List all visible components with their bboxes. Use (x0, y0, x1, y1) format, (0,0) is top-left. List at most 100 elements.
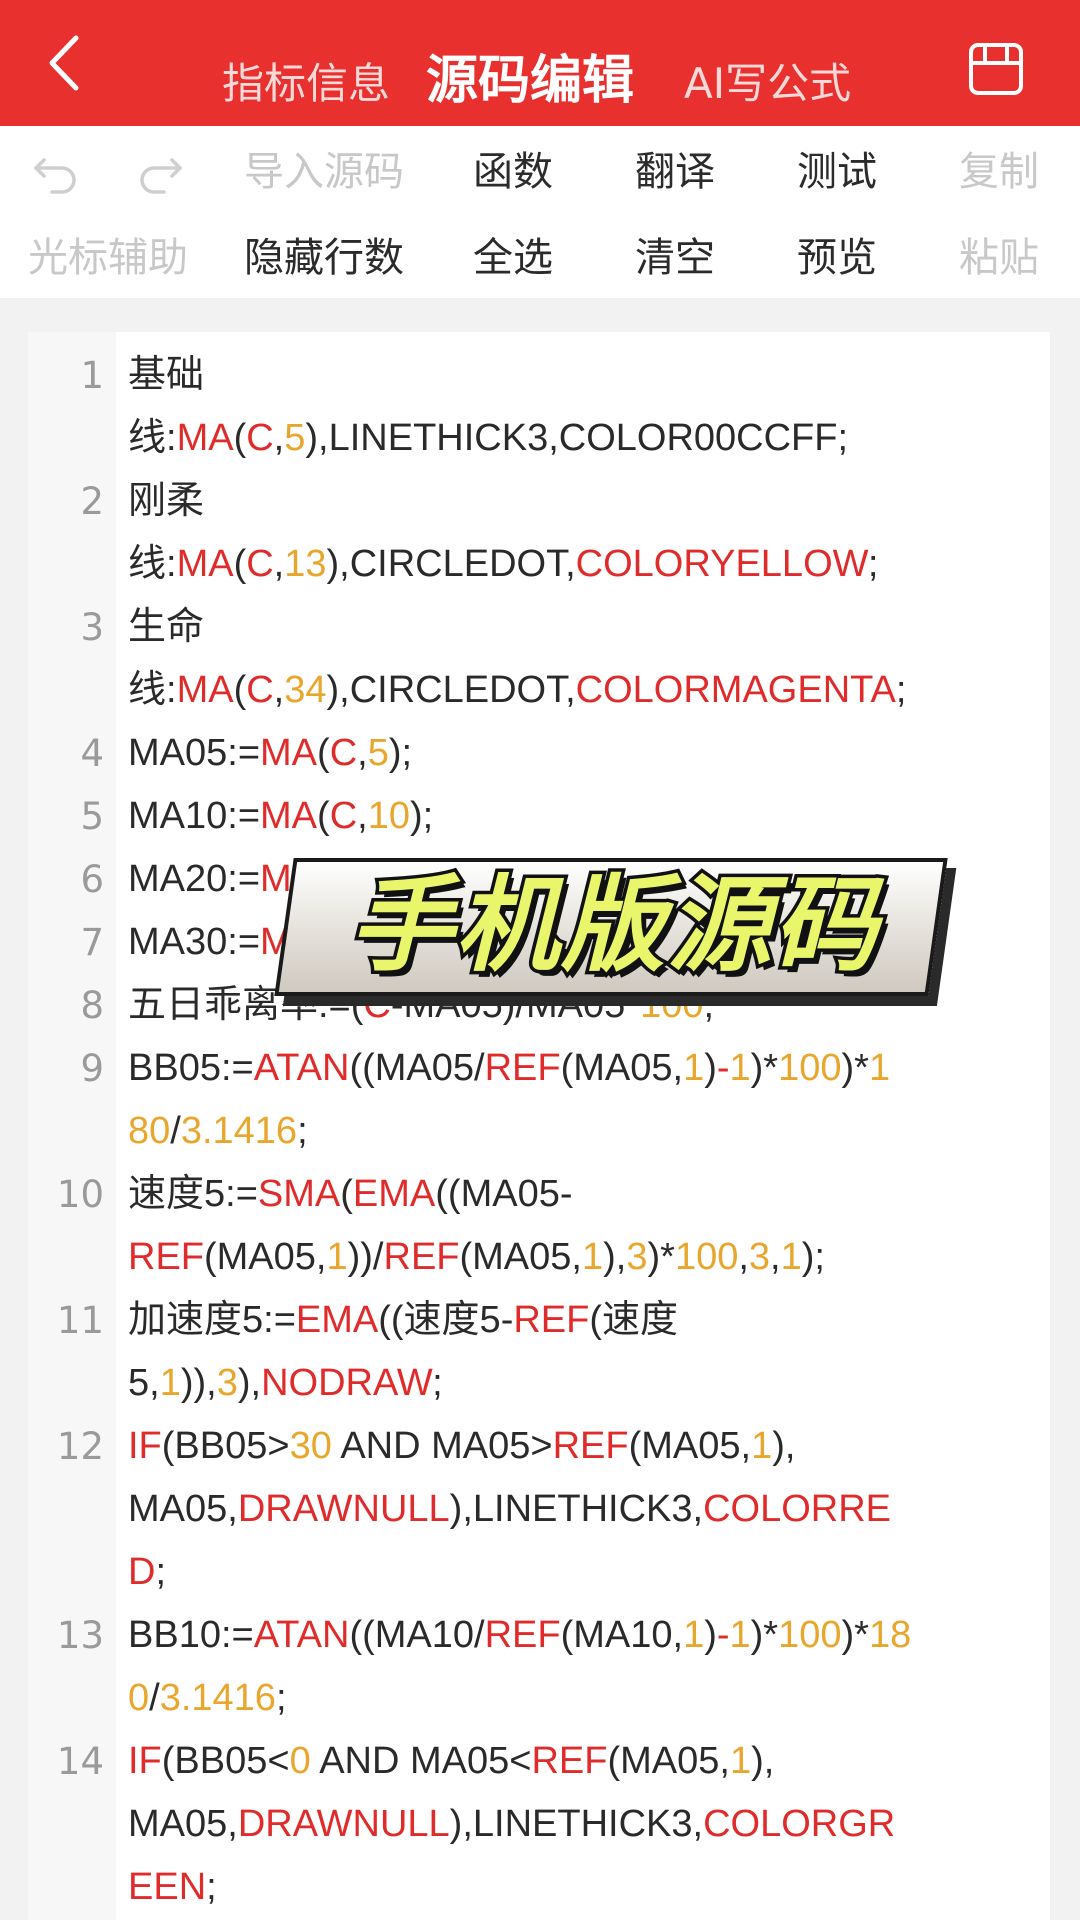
code-keyword: DRAWNULL (237, 1488, 450, 1530)
code-token: ; (275, 1677, 287, 1719)
code-number: 1 (159, 1362, 181, 1404)
code-number: 100 (778, 1047, 842, 1089)
code-keyword: DRAWNULL (237, 1803, 450, 1845)
tab-ai-formula[interactable]: AI写公式 (684, 50, 851, 111)
redo-button[interactable] (134, 146, 186, 196)
code-token: ); (801, 1236, 825, 1278)
code-token: ) (704, 1047, 717, 1089)
select-all-button[interactable]: 全选 (473, 234, 553, 282)
undo-button[interactable] (30, 146, 82, 196)
code-editor[interactable]: 1 基础线:MA(C,5),LINETHICK3,COLOR00CCFF; 2 刚柔线… (28, 332, 1050, 1920)
code-token: (MA05, (204, 1236, 327, 1278)
code-token: MA05:= (128, 732, 261, 774)
paste-button[interactable]: 粘贴 (959, 234, 1039, 282)
save-icon (969, 43, 1023, 95)
code-token: )* (841, 1614, 869, 1656)
code-token: ; (895, 669, 907, 711)
code-token: ) (704, 1614, 717, 1656)
code-row: EEN; (128, 1856, 988, 1919)
code-number: 100 (778, 1614, 842, 1656)
tab-source-edit[interactable]: 源码编辑 (426, 38, 634, 113)
code-token: ((MA10/ (349, 1614, 485, 1656)
code-token: BB10:= (128, 1614, 254, 1656)
line-number: 14 (56, 1740, 104, 1783)
code-token: AND MA05> (331, 1425, 553, 1467)
code-token: , (738, 1236, 749, 1278)
code-keyword: C (246, 669, 274, 711)
code-token: 基础 (128, 354, 205, 396)
code-number: 1 (729, 1047, 751, 1089)
code-number: 1 (729, 1614, 751, 1656)
code-row: IF(BB05<0 AND MA05<REF(MA05,1), (128, 1730, 988, 1793)
code-row: MA05,DRAWNULL),LINETHICK3,COLORRE (128, 1478, 988, 1541)
code-keyword: C (246, 543, 274, 585)
code-keyword: SMA (257, 1173, 341, 1215)
code-number: 3 (748, 1236, 771, 1278)
code-token: , (273, 543, 285, 585)
code-keyword: IF (128, 1425, 162, 1467)
code-keyword: COLORRE (703, 1488, 891, 1530)
code-token: ((速度5- (378, 1299, 514, 1341)
code-keyword: EEN (128, 1866, 207, 1908)
line-number: 13 (56, 1614, 104, 1657)
code-token: ((MA05/ (349, 1047, 485, 1089)
code-token: (MA05, (607, 1740, 730, 1782)
code-text: 速度5:=SMA(EMA((MA05- REF(MA05,1))/REF(MA05… (128, 1163, 988, 1289)
line-number: 6 (80, 858, 104, 901)
code-token: ),CIRCLEDOT, (326, 543, 576, 585)
save-button[interactable] (968, 42, 1024, 96)
code-number: 1 (868, 1047, 891, 1089)
code-row: D; (128, 1541, 988, 1604)
code-token: ; (867, 543, 879, 585)
editor-toolbar: 导入源码 函数 翻译 测试 复制 光标辅助 隐藏行数 全选 清空 预览 粘贴 (0, 126, 1080, 298)
line-number: 12 (56, 1425, 104, 1468)
code-token: (MA05, (628, 1425, 752, 1467)
code-keyword: - (716, 1047, 730, 1089)
code-number: 18 (868, 1614, 912, 1656)
code-token: ( (340, 1173, 353, 1215)
test-button[interactable]: 测试 (797, 148, 877, 196)
code-token: )* (841, 1047, 869, 1089)
code-row: 线:MA(C,5),LINETHICK3,COLOR00CCFF; (128, 407, 988, 470)
cursor-assist-button[interactable]: 光标辅助 (28, 234, 188, 282)
code-keyword: COLORYELLOW (575, 543, 868, 585)
code-number: 1 (683, 1614, 705, 1656)
hide-line-numbers-button[interactable]: 隐藏行数 (244, 234, 404, 282)
functions-button[interactable]: 函数 (473, 148, 553, 196)
code-text: 刚柔 线:MA(C,13),CIRCLEDOT,COLORYELLOW; (128, 470, 988, 596)
code-token: , (357, 795, 368, 837)
code-row: BB10:=ATAN((MA10/REF(MA10,1)-1)*100)*18 (128, 1604, 988, 1667)
code-keyword: ATAN (253, 1614, 350, 1656)
line-number: 2 (80, 480, 104, 523)
code-text: IF(BB05>30 AND MA05>REF(MA05,1), MA05,DRA… (128, 1415, 988, 1604)
tab-indicator-info[interactable]: 指标信息 (222, 50, 390, 111)
code-token: (MA10, (560, 1614, 684, 1656)
code-row: 加速度5:=EMA((速度5-REF(速度 (128, 1289, 988, 1352)
code-token: MA10:= (128, 795, 261, 837)
code-row: 刚柔 (128, 470, 988, 533)
code-token: 速度5:= (128, 1173, 258, 1215)
back-button[interactable] (40, 30, 100, 96)
import-source-button[interactable]: 导入源码 (244, 148, 404, 196)
code-keyword: COLORMAGENTA (575, 669, 896, 711)
code-token: ), (603, 1236, 627, 1278)
top-nav-bar: 指标信息 源码编辑 AI写公式 (0, 0, 1080, 126)
code-token: 线: (128, 543, 177, 585)
translate-button[interactable]: 翻译 (635, 148, 715, 196)
chevron-left-icon (49, 35, 79, 91)
code-token: ), (751, 1740, 775, 1782)
line-number: 8 (80, 984, 104, 1027)
code-token: )* (750, 1614, 779, 1656)
code-token: , (273, 669, 285, 711)
code-row: 速度5:=SMA(EMA((MA05- (128, 1163, 988, 1226)
code-number: 3 (626, 1236, 648, 1278)
code-token: ),LINETHICK3,COLOR00CCFF; (305, 417, 849, 459)
code-keyword: REF (128, 1236, 204, 1278)
copy-button[interactable]: 复制 (959, 148, 1039, 196)
code-number: 5 (284, 417, 306, 459)
clear-button[interactable]: 清空 (635, 234, 715, 282)
preview-button[interactable]: 预览 (797, 234, 877, 282)
code-keyword: - (716, 1614, 730, 1656)
code-keyword: C (329, 795, 358, 837)
code-token: ; (206, 1866, 217, 1908)
